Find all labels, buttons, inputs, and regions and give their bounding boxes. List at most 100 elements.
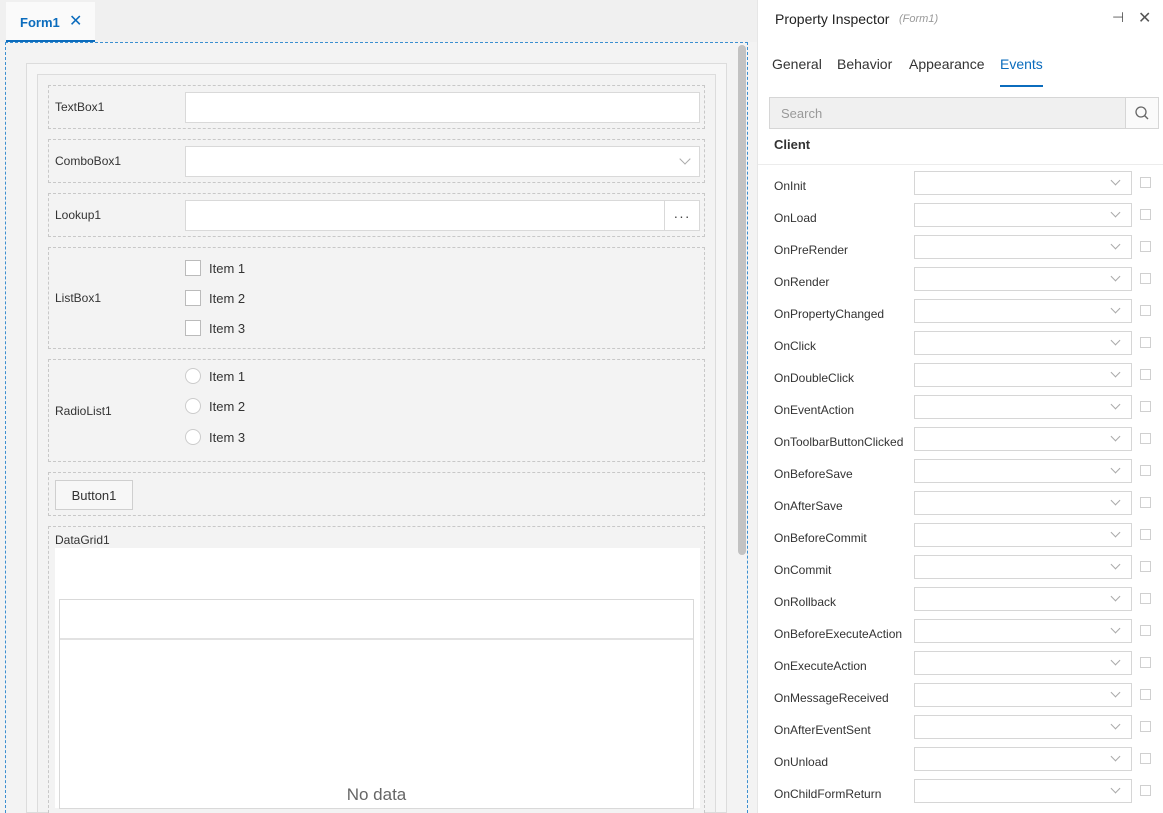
- combobox1-control[interactable]: ComboBox1: [48, 139, 705, 183]
- close-icon[interactable]: ✕: [69, 12, 82, 32]
- checkbox[interactable]: [185, 290, 201, 306]
- event-handler-select[interactable]: [914, 619, 1132, 643]
- event-checkbox[interactable]: [1140, 369, 1151, 380]
- event-checkbox[interactable]: [1140, 689, 1151, 700]
- event-handler-select[interactable]: [914, 523, 1132, 547]
- event-checkbox[interactable]: [1140, 625, 1151, 636]
- checkbox[interactable]: [185, 320, 201, 336]
- event-checkbox[interactable]: [1140, 497, 1151, 508]
- event-checkbox[interactable]: [1140, 209, 1151, 220]
- event-row: OnPropertyChanged: [758, 299, 1163, 331]
- textbox1-input[interactable]: [185, 92, 700, 123]
- event-handler-select[interactable]: [914, 427, 1132, 451]
- event-handler-select[interactable]: [914, 491, 1132, 515]
- event-checkbox[interactable]: [1140, 753, 1151, 764]
- event-row: OnRollback: [758, 587, 1163, 619]
- button1[interactable]: Button1: [55, 480, 133, 510]
- event-handler-select[interactable]: [914, 203, 1132, 227]
- radio-button[interactable]: [185, 429, 201, 445]
- chevron-down-icon: [1110, 687, 1121, 698]
- event-checkbox[interactable]: [1140, 337, 1151, 348]
- pin-icon[interactable]: ⊣: [1112, 9, 1124, 26]
- event-checkbox[interactable]: [1140, 177, 1151, 188]
- datagrid1-control[interactable]: DataGrid1 No data: [48, 526, 705, 813]
- listbox-item[interactable]: Item 3: [185, 319, 245, 337]
- listbox-item[interactable]: Item 2: [185, 289, 245, 307]
- listbox-item[interactable]: Item 1: [185, 259, 245, 277]
- search-input[interactable]: Search: [769, 97, 1159, 129]
- textbox1-control[interactable]: TextBox1: [48, 85, 705, 129]
- event-checkbox[interactable]: [1140, 593, 1151, 604]
- radiolist1-control[interactable]: RadioList1 Item 1 Item 2 Item 3: [48, 359, 705, 462]
- lookup1-input[interactable]: ···: [185, 200, 700, 231]
- property-inspector: Property Inspector (Form1) ⊣ ✕ General B…: [757, 0, 1163, 813]
- event-handler-select[interactable]: [914, 299, 1132, 323]
- ellipsis-icon[interactable]: ···: [664, 201, 699, 230]
- close-icon[interactable]: ✕: [1138, 8, 1151, 28]
- event-handler-select[interactable]: [914, 267, 1132, 291]
- event-handler-select[interactable]: [914, 587, 1132, 611]
- tab-appearance[interactable]: Appearance: [909, 56, 985, 87]
- event-label: OnUnload: [774, 755, 829, 769]
- radio-item-label: Item 2: [209, 398, 246, 414]
- event-label: OnBeforeCommit: [774, 531, 867, 545]
- event-checkbox[interactable]: [1140, 305, 1151, 316]
- search-icon: [1135, 106, 1149, 120]
- lookup1-control[interactable]: Lookup1 ···: [48, 193, 705, 237]
- event-checkbox[interactable]: [1140, 721, 1151, 732]
- radio-item[interactable]: Item 3: [185, 428, 245, 446]
- event-handler-select[interactable]: [914, 459, 1132, 483]
- lookup1-label: Lookup1: [55, 208, 102, 222]
- event-checkbox[interactable]: [1140, 241, 1151, 252]
- tab-behavior[interactable]: Behavior: [837, 56, 892, 87]
- tab-form1[interactable]: Form1 ✕: [6, 2, 95, 42]
- tab-general[interactable]: General: [772, 56, 822, 87]
- event-handler-select[interactable]: [914, 555, 1132, 579]
- event-row: OnClick: [758, 331, 1163, 363]
- radio-button[interactable]: [185, 368, 201, 384]
- chevron-down-icon: [1110, 751, 1121, 762]
- listbox1-control[interactable]: ListBox1 Item 1 Item 2 Item 3: [48, 247, 705, 349]
- chevron-down-icon: [1110, 175, 1121, 186]
- event-handler-select[interactable]: [914, 715, 1132, 739]
- checkbox[interactable]: [185, 260, 201, 276]
- event-label: OnLoad: [774, 211, 817, 225]
- event-row: OnExecuteAction: [758, 651, 1163, 683]
- event-row: OnEventAction: [758, 395, 1163, 427]
- datagrid1-label: DataGrid1: [55, 533, 110, 547]
- event-handler-select[interactable]: [914, 363, 1132, 387]
- event-checkbox[interactable]: [1140, 433, 1151, 444]
- event-label: OnRollback: [774, 595, 837, 609]
- event-checkbox[interactable]: [1140, 561, 1151, 572]
- event-handler-select[interactable]: [914, 171, 1132, 195]
- tab-events[interactable]: Events: [1000, 56, 1043, 87]
- event-checkbox[interactable]: [1140, 465, 1151, 476]
- radio-item[interactable]: Item 1: [185, 367, 245, 385]
- event-row: OnMessageReceived: [758, 683, 1163, 715]
- event-handler-select[interactable]: [914, 651, 1132, 675]
- combobox1-select[interactable]: [185, 146, 700, 177]
- listbox-item-label: Item 1: [209, 260, 246, 276]
- radiolist1-label: RadioList1: [55, 404, 112, 418]
- event-handler-select[interactable]: [914, 235, 1132, 259]
- event-checkbox[interactable]: [1140, 529, 1151, 540]
- radio-item-label: Item 1: [209, 368, 246, 384]
- datagrid-table[interactable]: No data: [59, 599, 694, 809]
- chevron-down-icon: [1110, 559, 1121, 570]
- event-checkbox[interactable]: [1140, 785, 1151, 796]
- button1-control[interactable]: Button1: [48, 472, 705, 516]
- event-checkbox[interactable]: [1140, 657, 1151, 668]
- event-checkbox[interactable]: [1140, 273, 1151, 284]
- event-handler-select[interactable]: [914, 331, 1132, 355]
- event-handler-select[interactable]: [914, 779, 1132, 803]
- radio-button[interactable]: [185, 398, 201, 414]
- event-handler-select[interactable]: [914, 683, 1132, 707]
- radio-item[interactable]: Item 2: [185, 397, 245, 415]
- event-handler-select[interactable]: [914, 747, 1132, 771]
- event-checkbox[interactable]: [1140, 401, 1151, 412]
- search-button[interactable]: [1125, 98, 1158, 128]
- event-handler-select[interactable]: [914, 395, 1132, 419]
- event-label: OnChildFormReturn: [774, 787, 882, 801]
- canvas-scrollbar[interactable]: [738, 45, 746, 555]
- inspector-subtitle: (Form1): [899, 13, 939, 25]
